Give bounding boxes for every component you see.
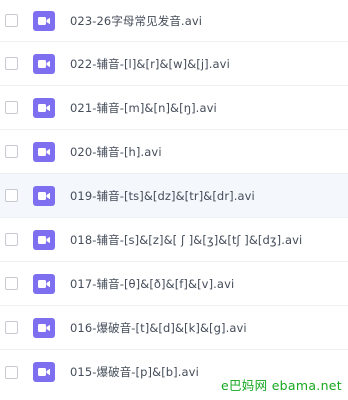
- file-name[interactable]: 019-辅音-[ts]&[dz]&[tr]&[dr].avi: [70, 188, 255, 204]
- select-checkbox[interactable]: [5, 365, 18, 379]
- select-checkbox[interactable]: [5, 57, 18, 70]
- file-row[interactable]: 022-辅音-[l]&[r]&[w]&[j].avi: [0, 42, 348, 86]
- file-list: 023-26字母常见发音.avi 022-辅音-[l]&[r]&[w]&[j].…: [0, 0, 348, 400]
- watermark: e巴妈网 ebama.net: [221, 375, 342, 394]
- video-file-icon: [33, 53, 55, 74]
- file-row[interactable]: 021-辅音-[m]&[n]&[ŋ].avi: [0, 86, 348, 130]
- video-file-icon: [33, 273, 55, 294]
- file-row[interactable]: 016-爆破音-[t]&[d]&[k]&[g].avi: [0, 306, 348, 350]
- select-checkbox[interactable]: [5, 189, 18, 202]
- video-file-icon: [33, 362, 55, 382]
- select-checkbox[interactable]: [5, 277, 18, 290]
- file-name[interactable]: 017-辅音-[θ]&[ð]&[f]&[v].avi: [70, 276, 234, 292]
- select-checkbox[interactable]: [5, 101, 18, 114]
- file-name[interactable]: 015-爆破音-[p]&[b].avi: [70, 364, 199, 380]
- file-name[interactable]: 018-辅音-[s]&[z]&[ ʃ ]&[ʒ]&[tʃ ]&[dʒ].avi: [70, 232, 302, 248]
- file-name[interactable]: 016-爆破音-[t]&[d]&[k]&[g].avi: [70, 320, 247, 336]
- select-checkbox[interactable]: [5, 145, 18, 158]
- video-file-icon: [33, 10, 55, 31]
- video-file-icon: [33, 229, 55, 250]
- video-file-icon: [33, 185, 55, 206]
- select-checkbox[interactable]: [5, 233, 18, 246]
- file-name[interactable]: 020-辅音-[h].avi: [70, 144, 162, 160]
- file-row-hovered[interactable]: 019-辅音-[ts]&[dz]&[tr]&[dr].avi: [0, 174, 348, 218]
- file-row[interactable]: 018-辅音-[s]&[z]&[ ʃ ]&[ʒ]&[tʃ ]&[dʒ].avi: [0, 218, 348, 262]
- file-name[interactable]: 021-辅音-[m]&[n]&[ŋ].avi: [70, 100, 217, 116]
- file-row[interactable]: 020-辅音-[h].avi: [0, 130, 348, 174]
- watermark-prefix: e巴妈网: [221, 378, 272, 393]
- file-name[interactable]: 022-辅音-[l]&[r]&[w]&[j].avi: [70, 56, 230, 72]
- video-file-icon: [33, 141, 55, 162]
- file-row[interactable]: 017-辅音-[θ]&[ð]&[f]&[v].avi: [0, 262, 348, 306]
- file-row[interactable]: 023-26字母常见发音.avi: [0, 0, 348, 42]
- select-checkbox[interactable]: [5, 14, 18, 27]
- select-checkbox[interactable]: [5, 321, 18, 334]
- watermark-text: ebama.net: [271, 378, 342, 393]
- file-name[interactable]: 023-26字母常见发音.avi: [70, 13, 202, 29]
- video-file-icon: [33, 317, 55, 338]
- video-file-icon: [33, 97, 55, 118]
